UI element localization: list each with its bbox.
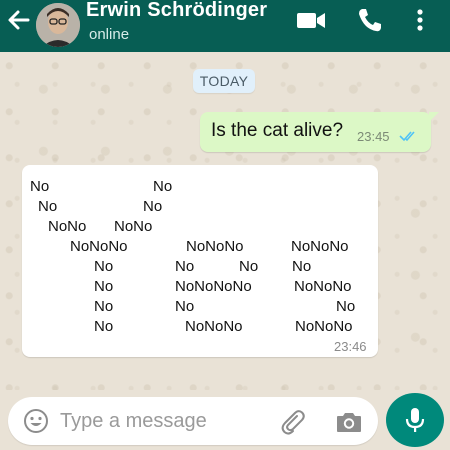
contact-name[interactable]: Erwin Schrödinger [86, 0, 267, 22]
video-call-icon[interactable] [296, 6, 326, 34]
mic-button[interactable] [386, 393, 444, 447]
message-line: NoNoNo [70, 238, 128, 255]
message-line: NoNoNo [294, 278, 352, 295]
message-line: No [94, 258, 114, 275]
message-line: No [94, 278, 114, 295]
message-time: 23:45 [357, 129, 390, 144]
message-input-container[interactable] [8, 397, 378, 445]
message-line: No [38, 198, 58, 215]
camera-icon[interactable] [335, 409, 363, 435]
back-arrow-icon[interactable] [4, 6, 34, 34]
message-text: Is the cat alive? [211, 120, 344, 141]
message-line: NoNoNo [186, 238, 244, 255]
ascii-art-message: No No No No NoNo NoNo NoNoNo NoNoNo NoNo… [22, 165, 378, 357]
composer-bar [0, 390, 450, 450]
message-line: NoNoNoNo [175, 278, 252, 295]
outgoing-message[interactable]: Is the cat alive? 23:45 [200, 112, 439, 152]
contact-status: online [89, 26, 130, 43]
message-line: No [239, 258, 259, 275]
message-line: No [94, 298, 114, 315]
emoji-icon[interactable] [23, 408, 49, 434]
voice-call-icon[interactable] [356, 6, 384, 34]
mic-icon [405, 408, 425, 432]
more-options-icon[interactable] [410, 6, 430, 34]
message-input[interactable] [60, 406, 270, 436]
message-line: No [175, 298, 195, 315]
message-line: NoNo [48, 218, 87, 235]
message-line: No [292, 258, 312, 275]
message-line: No [153, 178, 173, 195]
message-line: No [175, 258, 195, 275]
chat-area[interactable]: TODAY Is the cat alive? 23:45 No No No N… [0, 52, 450, 390]
message-line: No [30, 178, 50, 195]
attach-icon[interactable] [279, 408, 307, 436]
message-line: NoNoNo [291, 238, 349, 255]
date-separator: TODAY [193, 69, 255, 93]
contact-avatar[interactable] [36, 3, 80, 47]
message-line: No [143, 198, 163, 215]
incoming-message[interactable]: No No No No NoNo NoNo NoNoNo NoNoNo NoNo… [22, 165, 378, 357]
avatar-portrait-icon [36, 3, 80, 47]
chat-header: Erwin Schrödinger online [0, 0, 450, 52]
message-line: NoNo [114, 218, 153, 235]
message-line: No [94, 318, 114, 335]
message-line: No [336, 298, 356, 315]
message-line: NoNoNo [295, 318, 353, 335]
message-line: NoNoNo [185, 318, 243, 335]
read-receipt-icon [399, 131, 415, 142]
message-time: 23:46 [334, 339, 367, 354]
